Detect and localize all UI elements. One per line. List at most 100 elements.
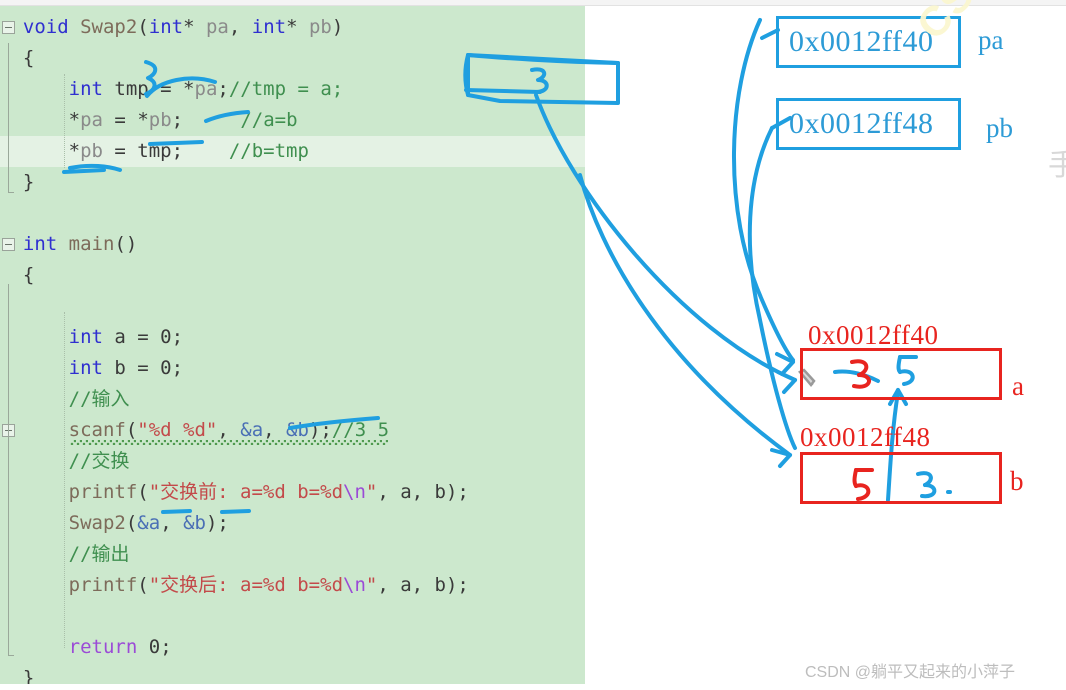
code-line[interactable]: int tmp = *pa;//tmp = a; [0, 74, 585, 105]
pointer-box-pb-value: 0x0012ff48 [789, 107, 934, 140]
code-token: ); [205, 512, 229, 534]
code-token: Swap2 [68, 512, 126, 534]
scope-guide-line [8, 43, 14, 193]
code-token: ; [217, 78, 229, 100]
code-token: ( [137, 481, 149, 503]
code-line[interactable]: *pb = tmp; //b=tmp [0, 136, 585, 167]
code-line[interactable]: void Swap2(int* pa, int* pb) [0, 12, 585, 43]
code-token: pb [80, 140, 103, 162]
code-token: 0 [160, 326, 172, 348]
code-token: int [68, 326, 103, 348]
code-lines[interactable]: void Swap2(int* pa, int* pb) { int tmp =… [0, 12, 585, 690]
memory-cell-a [800, 348, 1002, 400]
code-line[interactable]: //输出 [0, 539, 585, 570]
code-token: //3 5 [331, 419, 390, 441]
code-token: ; [171, 326, 184, 348]
indent-guide [64, 74, 65, 168]
code-token: , a, b); [377, 481, 469, 503]
code-token: tmp = [102, 78, 184, 100]
code-token: * [68, 140, 81, 162]
code-token: pb [148, 109, 172, 131]
code-token: //tmp = a; [228, 78, 344, 100]
code-token: "交换后: a=%d b=%d [148, 574, 344, 596]
code-token: //a=b [240, 109, 298, 131]
code-token: scanf [68, 419, 126, 441]
code-token: , [217, 419, 241, 441]
code-token: * [183, 78, 195, 100]
code-line[interactable] [0, 291, 585, 322]
code-line[interactable]: //输入 [0, 384, 585, 415]
code-token: , a, b); [377, 574, 469, 596]
code-token: &a [137, 512, 161, 534]
code-line[interactable]: int b = 0; [0, 353, 585, 384]
code-token: \n [343, 481, 366, 503]
code-token: " [365, 574, 378, 596]
code-token: = [102, 109, 138, 131]
code-token: pa [80, 109, 103, 131]
edge-cut-character: 手 [1048, 149, 1066, 182]
code-line[interactable]: { [0, 260, 585, 291]
code-token: ; [171, 357, 184, 379]
code-token: int [22, 233, 58, 255]
code-token: = tmp; [102, 140, 184, 162]
code-token: ( [125, 419, 138, 441]
memory-address-a: 0x0012ff40 [808, 320, 939, 350]
code-line[interactable]: //交换 [0, 446, 585, 477]
code-token: pa [205, 16, 229, 38]
error-squiggle [70, 440, 388, 445]
code-line[interactable]: Swap2(&a, &b); [0, 508, 585, 539]
code-token: * [183, 16, 206, 38]
code-line[interactable] [0, 198, 585, 229]
code-token: //交换 [68, 450, 130, 472]
memory-cell-b [800, 452, 1002, 504]
code-token: a = [102, 326, 161, 348]
screenshot-root: void Swap2(int* pa, int* pb) { int tmp =… [0, 0, 1066, 690]
code-line[interactable]: printf("交换前: a=%d b=%d\n", a, b); [0, 477, 585, 508]
code-token: //输入 [68, 388, 130, 410]
code-line[interactable]: scanf("%d %d", &a, &b);//3 5 [0, 415, 585, 446]
code-token: ( [137, 16, 149, 38]
code-token: 0 [160, 357, 172, 379]
code-token: "%d %d" [137, 419, 218, 441]
code-token: , [160, 512, 184, 534]
code-token: b = [102, 357, 161, 379]
code-token: () [114, 233, 138, 255]
code-token: pa [194, 78, 218, 100]
code-line[interactable]: { [0, 43, 585, 74]
code-token: //输出 [68, 543, 130, 565]
editor-bottom-gap [0, 684, 585, 690]
memory-address-b: 0x0012ff48 [800, 422, 931, 452]
bottom-watermark: CSDN @躺平又起来的小萍子 [805, 664, 1016, 681]
code-line[interactable]: *pa = *pb; //a=b [0, 105, 585, 136]
code-line[interactable]: printf("交换后: a=%d b=%d\n", a, b); [0, 570, 585, 601]
code-line[interactable]: int main() [0, 229, 585, 260]
memory-cell-label-a: a [1012, 371, 1024, 401]
ink-curve-long-left [578, 173, 792, 457]
code-token: "交换前: a=%d b=%d [148, 481, 344, 503]
code-line[interactable]: } [0, 167, 585, 198]
code-line[interactable]: return 0; [0, 632, 585, 663]
code-line[interactable]: int a = 0; [0, 322, 585, 353]
ink-arrowhead-a-2 [782, 378, 797, 394]
scope-guide-line [8, 284, 14, 656]
code-token: { [22, 47, 35, 69]
code-token: { [22, 264, 35, 286]
ink-arrowhead-pa-a-2 [780, 360, 795, 376]
ink-arrowhead-a-1 [776, 370, 797, 382]
code-line[interactable] [0, 601, 585, 632]
code-editor[interactable]: void Swap2(int* pa, int* pb) { int tmp =… [0, 6, 585, 689]
